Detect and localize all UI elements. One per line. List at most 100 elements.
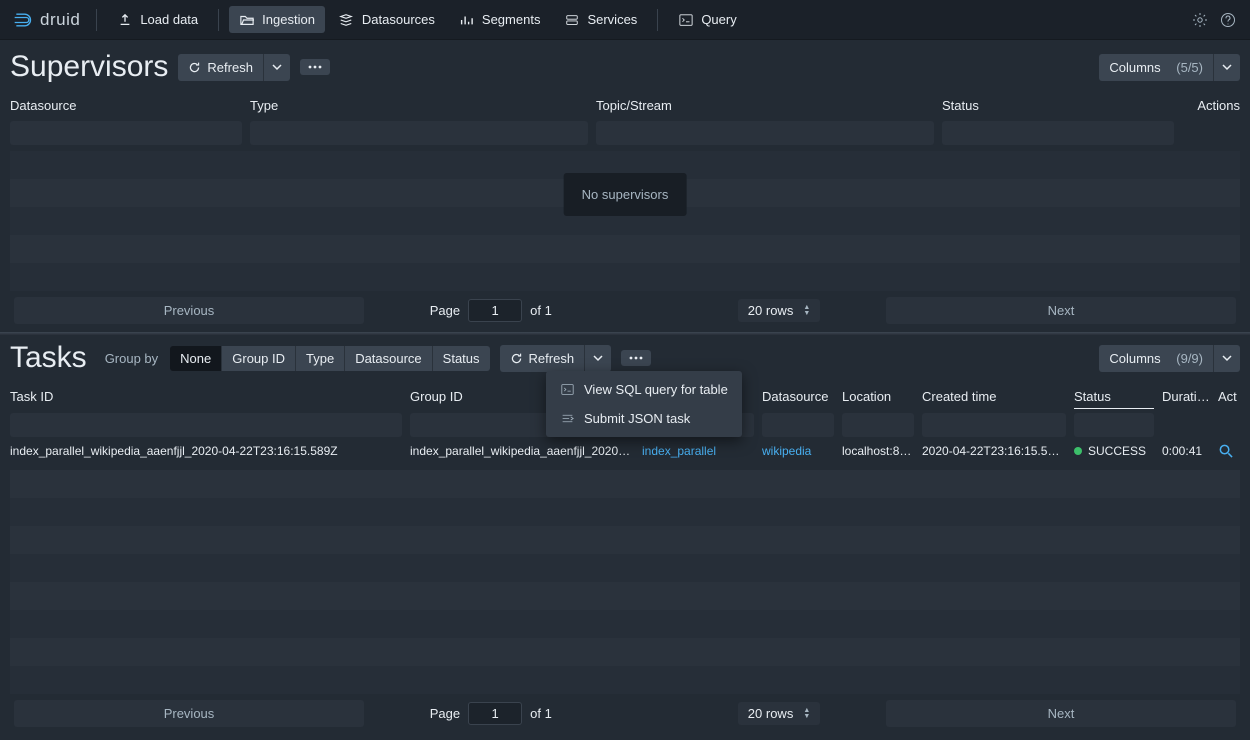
groupby-type[interactable]: Type [296,346,345,371]
cell-taskid[interactable]: index_parallel_wikipedia_aaenfjjl_2020-0… [10,444,402,458]
groupby-groupid[interactable]: Group ID [222,346,296,371]
refresh-label: Refresh [207,60,253,75]
menu-label: View SQL query for table [584,382,728,397]
rows-select[interactable]: 20 rows ▲▼ [738,299,820,322]
rows-label: 20 rows [748,303,794,318]
server-icon [564,12,579,27]
cell-location: localhost:81… [842,444,914,458]
row-action-inspect[interactable] [1218,443,1238,458]
nav-ingestion[interactable]: Ingestion [229,6,325,33]
col-status[interactable]: Status [1074,385,1154,409]
columns-count: (5/5) [1176,60,1203,75]
help-button[interactable] [1216,8,1240,32]
nav-label: Datasources [362,12,435,27]
col-datasource[interactable]: Datasource [762,385,834,409]
nav-divider [96,9,97,31]
cell-status[interactable]: SUCCESS↗ [1074,444,1154,458]
settings-button[interactable] [1188,8,1212,32]
filter-type[interactable] [250,121,588,145]
folder-open-icon [239,12,254,27]
col-type[interactable]: Type [250,94,588,117]
nav-label: Load data [140,12,198,27]
top-nav: druid Load data Ingestion Datasources Se… [0,0,1250,40]
columns-caret-button[interactable] [1213,54,1240,81]
tasks-columns-group: Columns (9/9) [1099,345,1240,372]
stack-icon [339,12,354,27]
tasks-title: Tasks [10,341,87,375]
refresh-button[interactable]: Refresh [178,54,263,81]
refresh-label: Refresh [529,351,575,366]
filter-datasource[interactable] [762,413,834,437]
tasks-pager: Previous Page of 1 20 rows ▲▼ Next [10,694,1240,733]
cell-datasource[interactable]: wikipedia [762,444,834,458]
col-taskid[interactable]: Task ID [10,385,402,409]
col-topic[interactable]: Topic/Stream [596,94,934,117]
filter-location[interactable] [842,413,914,437]
columns-label: Columns [1109,351,1160,366]
menu-submit-json[interactable]: Submit JSON task [546,404,742,433]
chevron-down-icon [1222,353,1232,363]
refresh-caret-button[interactable] [263,54,290,81]
nav-query[interactable]: Query [668,6,746,33]
filter-taskid[interactable] [10,413,402,437]
filter-topic[interactable] [596,121,934,145]
nav-label: Ingestion [262,12,315,27]
menu-label: Submit JSON task [584,411,690,426]
col-created[interactable]: Created time [922,385,1066,409]
col-duration[interactable]: Duration [1162,385,1210,409]
filter-status[interactable] [942,121,1174,145]
page-input[interactable] [468,702,522,725]
groupby-status[interactable]: Status [433,346,490,371]
prev-button[interactable]: Previous [14,297,364,324]
groupby-datasource[interactable]: Datasource [345,346,432,371]
columns-caret-button[interactable] [1213,345,1240,372]
col-location[interactable]: Location [842,385,914,409]
chevron-down-icon [593,353,603,363]
refresh-button[interactable]: Refresh [500,345,585,372]
table-row: index_parallel_wikipedia_aaenfjjl_2020-0… [10,437,1240,464]
col-datasource[interactable]: Datasource [10,94,242,117]
columns-button[interactable]: Columns (9/9) [1099,345,1213,372]
page-of: of 1 [530,303,552,318]
cell-duration: 0:00:41 [1162,444,1210,458]
nav-services[interactable]: Services [554,6,647,33]
refresh-icon [510,352,523,365]
more-icon [308,65,322,69]
page-of: of 1 [530,706,552,721]
tasks-refresh-group: Refresh [500,345,612,372]
supervisors-thead: Datasource Type Topic/Stream Status Acti… [10,90,1240,121]
magnifier-icon [1218,443,1238,458]
filter-status[interactable] [1074,413,1154,437]
cell-type[interactable]: index_parallel [642,444,754,458]
nav-datasources[interactable]: Datasources [329,6,445,33]
menu-view-sql[interactable]: View SQL query for table [546,375,742,404]
brand-logo[interactable]: druid [10,10,86,30]
groupby-none[interactable]: None [170,346,222,371]
page-input[interactable] [468,299,522,322]
prev-button[interactable]: Previous [14,700,364,727]
col-status[interactable]: Status [942,94,1174,117]
nav-segments[interactable]: Segments [449,6,551,33]
supervisors-refresh-group: Refresh [178,54,290,81]
refresh-icon [188,61,201,74]
chevron-down-icon [272,62,282,72]
nav-load-data[interactable]: Load data [107,6,208,33]
supervisors-more-button[interactable] [300,59,330,75]
chevron-down-icon [1222,62,1232,72]
next-button[interactable]: Next [886,297,1236,324]
tasks-more-button[interactable] [621,350,651,366]
filter-datasource[interactable] [10,121,242,145]
bar-chart-icon [459,12,474,27]
druid-logo-icon [12,10,34,30]
refresh-caret-button[interactable] [584,345,611,372]
cell-groupid[interactable]: index_parallel_wikipedia_aaenfjjl_2020-0… [410,444,634,458]
supervisors-filters [10,121,1240,145]
rows-select[interactable]: 20 rows ▲▼ [738,702,820,725]
nav-divider [657,9,658,31]
status-dot-icon [1074,447,1082,455]
supervisors-title: Supervisors [10,50,168,84]
upload-icon [117,12,132,27]
next-button[interactable]: Next [886,700,1236,727]
filter-created[interactable] [922,413,1066,437]
columns-button[interactable]: Columns (5/5) [1099,54,1213,81]
